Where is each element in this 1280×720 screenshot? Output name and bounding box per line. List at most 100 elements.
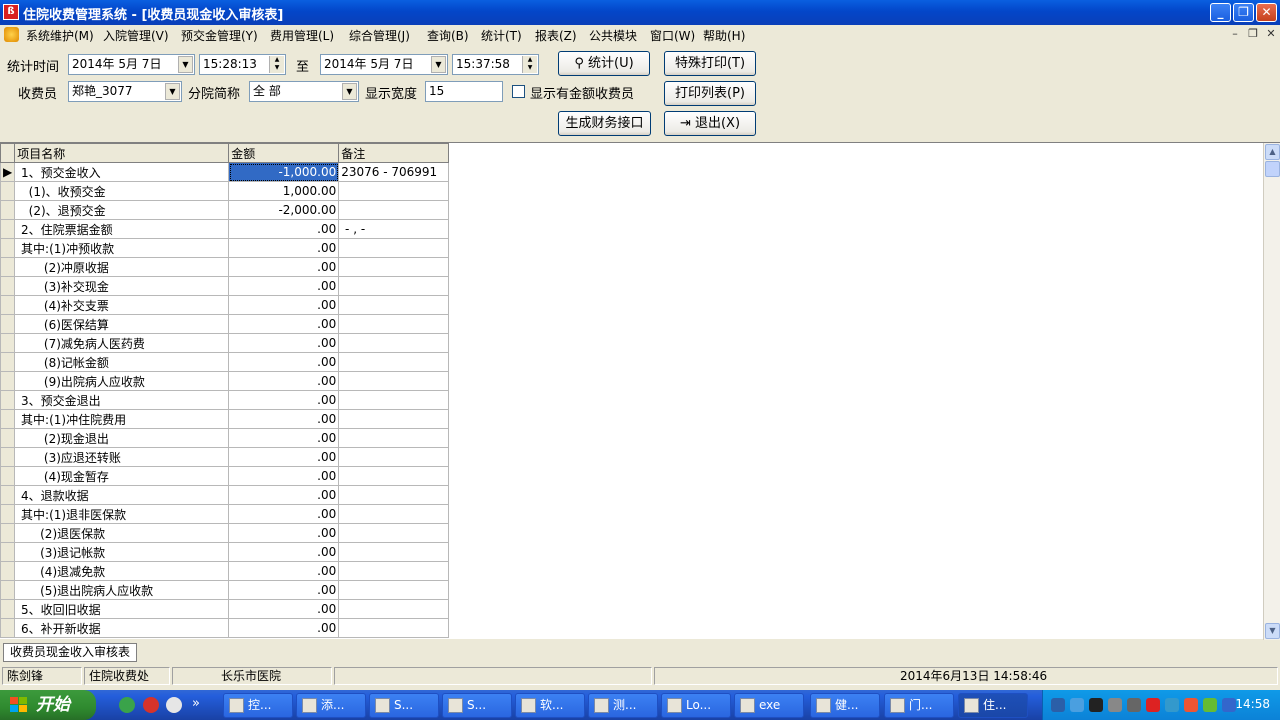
cell-name[interactable]: (3)应退还转账	[14, 447, 230, 467]
cell-name[interactable]: 3、预交金退出	[14, 390, 230, 410]
row-indicator[interactable]	[0, 390, 16, 410]
title-bar[interactable]: ß 住院收费管理系统 - [收费员现金收入审核表] _ ❐ ✕	[0, 0, 1280, 25]
cell-note[interactable]	[338, 561, 450, 581]
table-row[interactable]: 其中:(1)冲住院费用 .00	[0, 409, 450, 429]
cell-note[interactable]	[338, 504, 450, 524]
cell-note[interactable]	[338, 276, 450, 296]
cell-note[interactable]	[338, 295, 450, 315]
qq-icon[interactable]	[1089, 698, 1103, 712]
row-indicator[interactable]	[0, 333, 16, 353]
menu-system[interactable]: 系统维护(M)	[26, 27, 94, 44]
table-row[interactable]: 4、退款收据 .00	[0, 485, 450, 505]
column-header-name[interactable]: 项目名称	[14, 143, 230, 163]
scroll-up-icon[interactable]: ▲	[1265, 144, 1280, 160]
start-time-spinner[interactable]: 15:28:13 ▲ ▼	[199, 54, 286, 75]
stop-icon[interactable]	[1146, 698, 1160, 712]
cell-note[interactable]	[338, 409, 450, 429]
row-indicator[interactable]	[0, 447, 16, 467]
cell-note[interactable]	[338, 523, 450, 543]
cell-amount[interactable]: -2,000.00	[228, 200, 340, 220]
tray-app-icon[interactable]	[1108, 698, 1122, 712]
cell-note[interactable]	[338, 390, 450, 410]
menu-general[interactable]: 综合管理(J)	[349, 27, 410, 44]
row-indicator[interactable]	[0, 276, 16, 296]
table-row[interactable]: (6)医保结算 .00	[0, 314, 450, 334]
media-icon[interactable]	[166, 697, 182, 713]
table-row[interactable]: 6、补开新收据 .00	[0, 618, 450, 638]
cell-name[interactable]: (6)医保结算	[14, 314, 230, 334]
row-indicator[interactable]	[0, 618, 16, 638]
row-indicator[interactable]	[0, 561, 16, 581]
cell-name[interactable]: 其中:(1)冲住院费用	[14, 409, 230, 429]
cell-note[interactable]	[338, 333, 450, 353]
table-row[interactable]: 3、预交金退出 .00	[0, 390, 450, 410]
end-date-picker[interactable]: 2014年 5月 7日 ▼	[320, 54, 448, 75]
table-row[interactable]: (3)补交现金 .00	[0, 276, 450, 296]
tray-app-icon[interactable]	[1184, 698, 1198, 712]
cell-name[interactable]: (7)减免病人医药费	[14, 333, 230, 353]
table-row[interactable]: (9)出院病人应收款 .00	[0, 371, 450, 391]
cell-name[interactable]: 1、预交金收入	[14, 162, 230, 182]
table-row[interactable]: 2、住院票据金额 .00 - , -	[0, 219, 450, 239]
cell-note[interactable]	[338, 371, 450, 391]
cell-name[interactable]: 2、住院票据金额	[14, 219, 230, 239]
table-row[interactable]: ▶ 1、预交金收入 -1,000.00 23076 - 706991	[0, 162, 450, 182]
row-indicator[interactable]	[0, 257, 16, 277]
cell-name[interactable]: (3)退记帐款	[14, 542, 230, 562]
cell-name[interactable]: 其中:(1)冲预收款	[14, 238, 230, 258]
mdi-minimize-button[interactable]: –	[1228, 27, 1242, 41]
cell-name[interactable]: (3)补交现金	[14, 276, 230, 296]
table-row[interactable]: (3)应退还转账 .00	[0, 447, 450, 467]
cell-note[interactable]	[338, 314, 450, 334]
cell-amount[interactable]: .00	[228, 466, 340, 486]
cell-amount[interactable]: .00	[228, 447, 340, 467]
app-quicklaunch-icon[interactable]	[143, 697, 159, 713]
cell-amount[interactable]: .00	[228, 409, 340, 429]
scroll-thumb[interactable]	[1265, 161, 1280, 177]
cell-note[interactable]	[338, 618, 450, 638]
row-indicator[interactable]	[0, 485, 16, 505]
cell-note[interactable]	[338, 238, 450, 258]
tray-app-icon[interactable]	[1127, 698, 1141, 712]
close-button[interactable]: ✕	[1256, 3, 1277, 22]
row-indicator[interactable]	[0, 352, 16, 372]
row-indicator[interactable]	[0, 371, 16, 391]
menu-reports[interactable]: 报表(Z)	[535, 27, 577, 44]
cell-amount[interactable]: .00	[228, 314, 340, 334]
cell-amount[interactable]: .00	[228, 561, 340, 581]
show-nonzero-checkbox[interactable]	[512, 85, 525, 98]
row-indicator[interactable]	[0, 466, 16, 486]
menu-deposit[interactable]: 预交金管理(Y)	[181, 27, 258, 44]
taskbar-button[interactable]: Lo...	[661, 693, 731, 718]
spin-buttons[interactable]: ▲ ▼	[269, 56, 284, 73]
menu-window[interactable]: 窗口(W)	[650, 27, 695, 44]
cell-amount[interactable]: .00	[228, 618, 340, 638]
cell-name[interactable]: (9)出院病人应收款	[14, 371, 230, 391]
cell-name[interactable]: 其中:(1)退非医保款	[14, 504, 230, 524]
cell-amount[interactable]: .00	[228, 428, 340, 448]
cell-note[interactable]: 23076 - 706991	[338, 162, 450, 182]
chevron-down-icon[interactable]: ▼	[342, 83, 357, 100]
cell-name[interactable]: (2)、退预交金	[14, 200, 230, 220]
start-button[interactable]: 开始	[0, 690, 96, 720]
table-row[interactable]: (2)现金退出 .00	[0, 428, 450, 448]
network-icon[interactable]	[1051, 698, 1065, 712]
cell-amount[interactable]: .00	[228, 580, 340, 600]
table-row[interactable]: (1)、收预交金 1,000.00	[0, 181, 450, 201]
row-indicator[interactable]	[0, 523, 16, 543]
menu-admission[interactable]: 入院管理(V)	[103, 27, 169, 44]
width-input[interactable]: 15	[425, 81, 503, 102]
table-row[interactable]: (2)退医保款 .00	[0, 523, 450, 543]
minimize-button[interactable]: _	[1210, 3, 1231, 22]
table-row[interactable]: (5)退出院病人应收款 .00	[0, 580, 450, 600]
cell-name[interactable]: (2)现金退出	[14, 428, 230, 448]
cell-amount[interactable]: .00	[228, 352, 340, 372]
cell-note[interactable]	[338, 542, 450, 562]
menu-stats[interactable]: 统计(T)	[481, 27, 522, 44]
maximize-button[interactable]: ❐	[1233, 3, 1254, 22]
menu-query[interactable]: 查询(B)	[427, 27, 469, 44]
row-indicator-arrow-icon[interactable]: ▶	[0, 162, 16, 182]
table-row[interactable]: (2)冲原收据 .00	[0, 257, 450, 277]
vertical-scrollbar[interactable]: ▲ ▼	[1263, 143, 1280, 640]
cell-note[interactable]	[338, 580, 450, 600]
